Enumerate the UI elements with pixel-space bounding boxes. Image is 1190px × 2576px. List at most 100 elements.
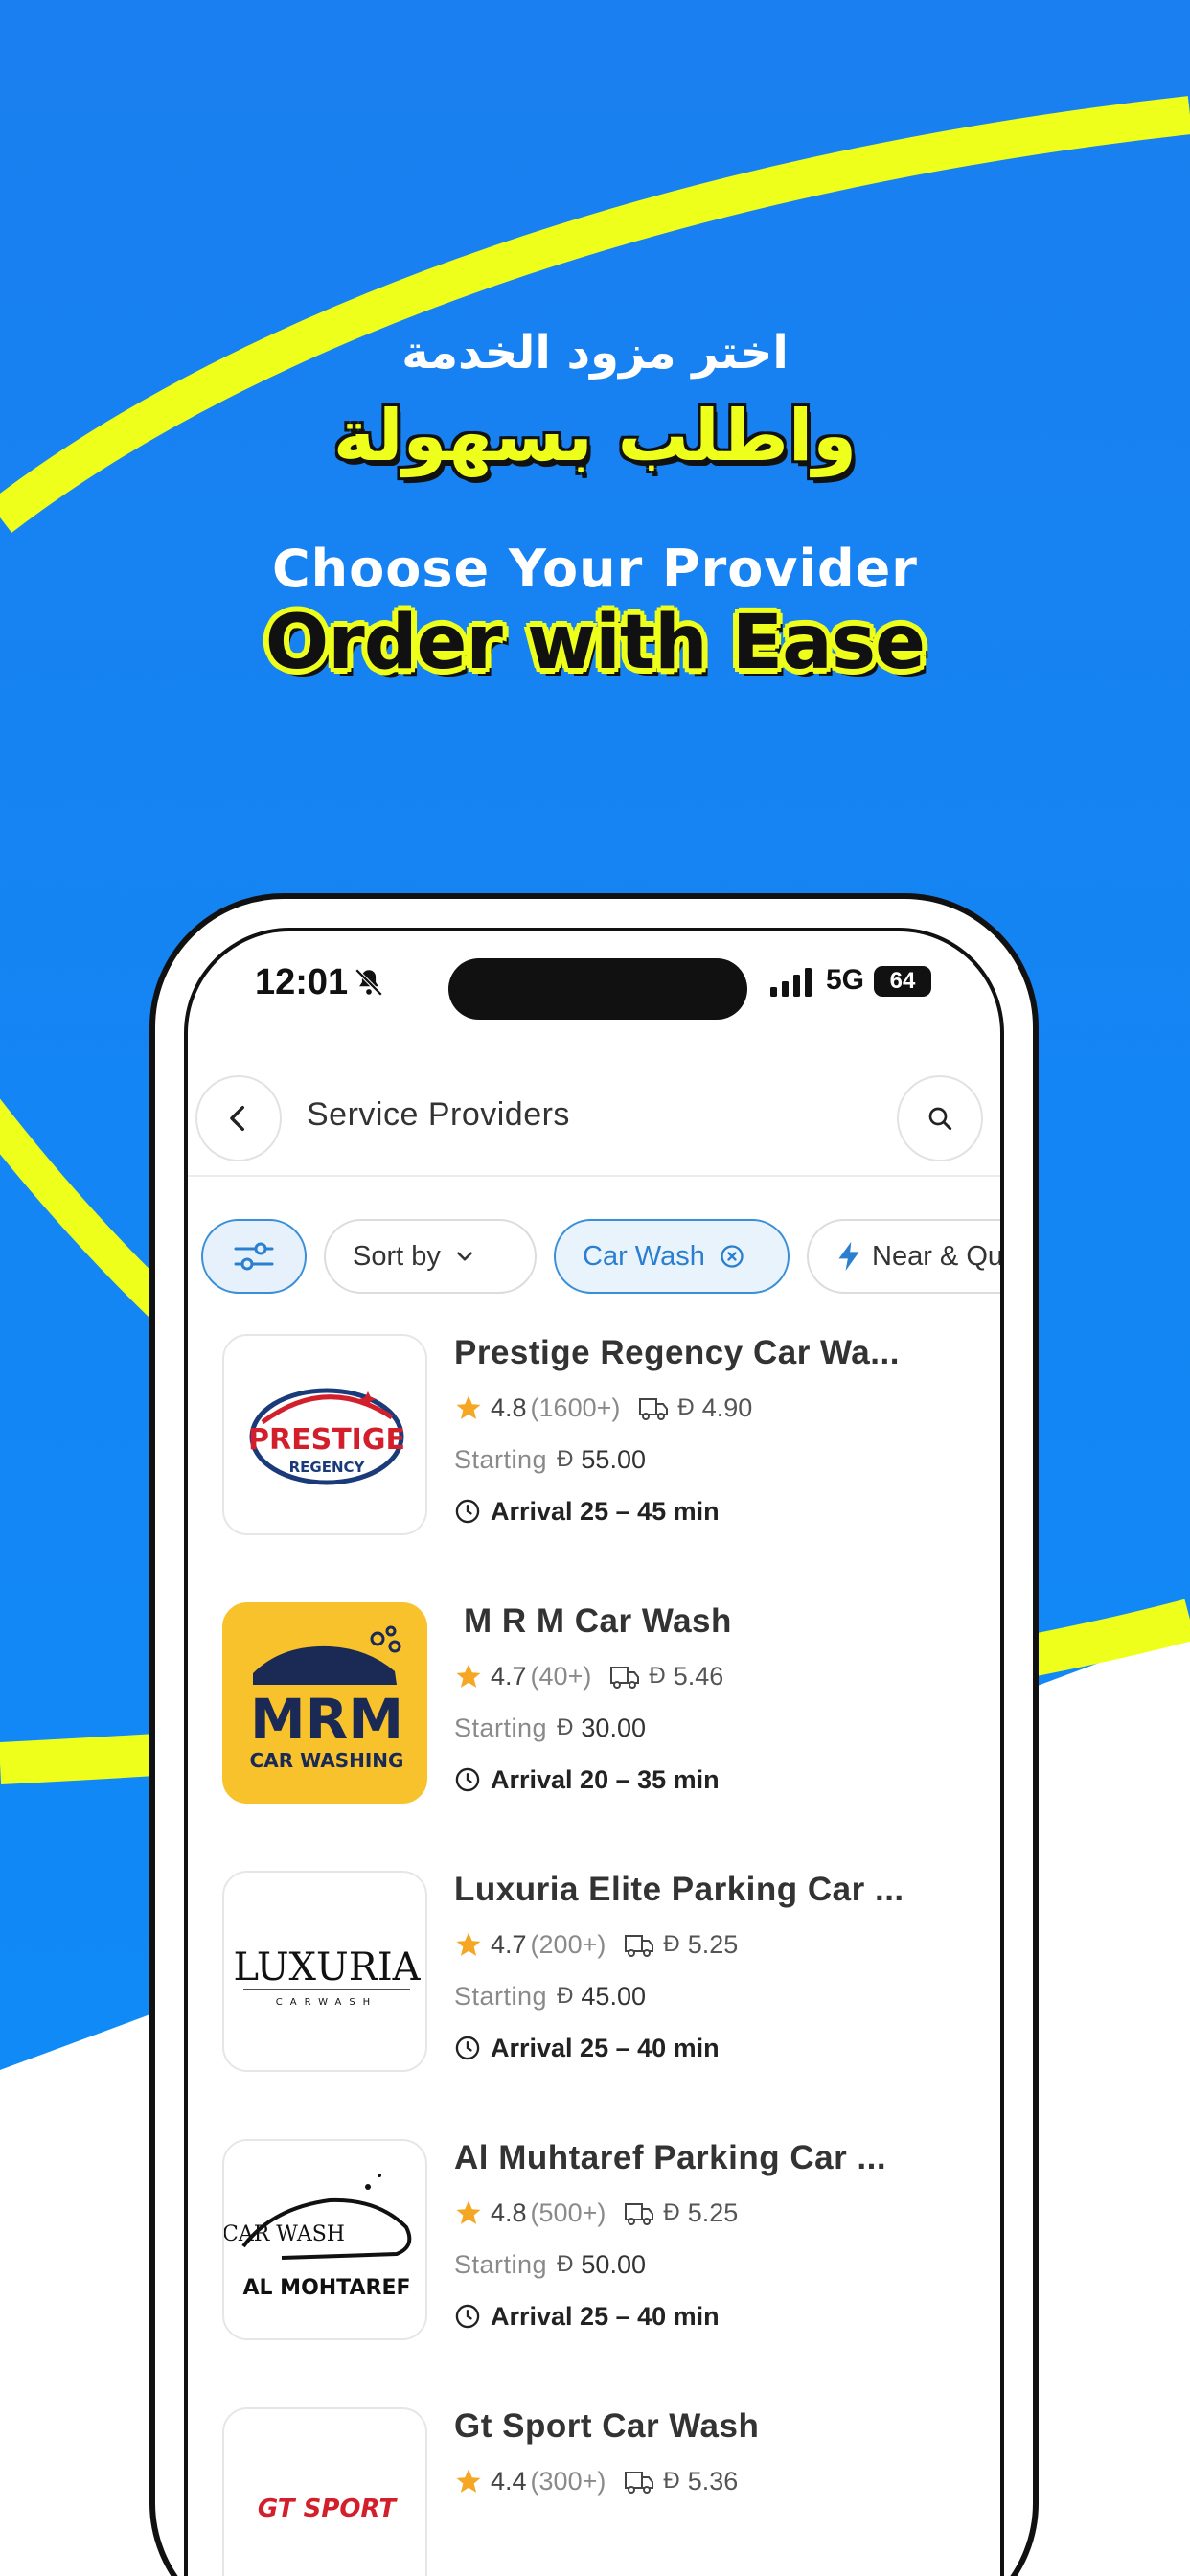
provider-logo: MRM CAR WASHING	[222, 1602, 427, 1804]
provider-card[interactable]: LUXURIA CARWASH Luxuria Elite Parking Ca…	[188, 1871, 1000, 2091]
near-quick-label: Near & Qu	[872, 1240, 1003, 1272]
provider-logo: GT SPORT	[222, 2407, 427, 2576]
filter-button[interactable]	[201, 1219, 307, 1294]
back-button[interactable]	[195, 1075, 282, 1162]
provider-name: Luxuria Elite Parking Car ...	[454, 1871, 904, 1908]
delivery-fee: 5.25	[687, 1929, 739, 1959]
near-quick-chip[interactable]: Near & Qu	[807, 1219, 1003, 1294]
review-count: (200+)	[530, 1929, 606, 1959]
car-wash-chip[interactable]: Car Wash	[554, 1219, 790, 1294]
starting-label: Starting	[454, 1713, 548, 1742]
search-button[interactable]	[897, 1075, 983, 1162]
svg-text:CAR WASHING: CAR WASHING	[250, 1749, 404, 1772]
review-count: (40+)	[530, 1661, 592, 1690]
hero-arabic-title: واطلب بسهولة	[332, 395, 858, 477]
arrival-time: Arrival 25 – 45 min	[491, 1496, 720, 1526]
hero-english-title: Order with Ease	[264, 600, 926, 686]
currency-symbol: Đ	[663, 2468, 680, 2494]
logo-text: PRESTIGE	[248, 1423, 405, 1457]
starting-label: Starting	[454, 1981, 548, 2011]
svg-text:REGENCY: REGENCY	[289, 1459, 366, 1476]
clock-icon	[455, 2304, 480, 2329]
starting-label: Starting	[454, 1444, 548, 1474]
provider-name: Gt Sport Car Wash	[454, 2407, 760, 2445]
clock-icon	[455, 2036, 480, 2060]
currency-symbol: Đ	[649, 1663, 666, 1689]
logo-text: GT SPORT	[258, 2495, 398, 2523]
currency-symbol: Đ	[557, 1446, 574, 1472]
silent-bell-icon	[355, 968, 383, 997]
battery-icon: 64	[874, 966, 931, 997]
logo-text: CAR WASH	[224, 2222, 345, 2246]
provider-card[interactable]: PRESTIGE REGENCY Prestige Regency Car Wa…	[188, 1334, 1000, 1554]
search-icon	[928, 1107, 952, 1131]
review-count: (300+)	[530, 2466, 606, 2496]
provider-rating: 4.8	[491, 1392, 527, 1422]
logo-text: LUXURIA	[233, 1945, 421, 1990]
delivery-truck-icon	[625, 2203, 654, 2225]
provider-name: Al Muhtaref Parking Car ...	[454, 2139, 887, 2176]
dynamic-island	[448, 958, 747, 1020]
status-time: 12:01	[255, 962, 349, 1002]
delivery-fee: 5.46	[673, 1661, 724, 1690]
delivery-truck-icon	[625, 2472, 654, 2494]
status-bar: 12:01 5G 64	[188, 932, 1000, 1046]
page-title: Service Providers	[307, 1096, 570, 1133]
car-wash-label: Car Wash	[583, 1240, 705, 1272]
provider-logo: CAR WASH AL MOHTAREF	[222, 2139, 427, 2340]
sort-by-chip[interactable]: Sort by	[324, 1219, 537, 1294]
provider-rating: 4.4	[491, 2466, 527, 2496]
currency-symbol: Đ	[557, 1714, 574, 1740]
clock-icon	[455, 1767, 480, 1792]
delivery-fee: 4.90	[701, 1392, 753, 1422]
provider-name: Prestige Regency Car Wa...	[454, 1334, 900, 1371]
currency-symbol: Đ	[663, 1931, 680, 1957]
provider-logo: LUXURIA CARWASH	[222, 1871, 427, 2072]
svg-text:AL MOHTAREF: AL MOHTAREF	[242, 2276, 410, 2300]
provider-name: M R M Car Wash	[464, 1602, 732, 1640]
star-icon	[456, 1395, 481, 1419]
star-icon	[456, 2200, 481, 2224]
phone-mockup: 12:01 5G 64 Service Providers Sort by Ca…	[149, 893, 1039, 2576]
delivery-fee: 5.36	[687, 2466, 739, 2496]
svg-text:CARWASH: CARWASH	[276, 1997, 378, 2008]
arrival-time: Arrival 25 – 40 min	[491, 2301, 720, 2331]
lightning-icon	[838, 1241, 859, 1272]
provider-rating: 4.7	[491, 1929, 527, 1959]
currency-symbol: Đ	[663, 2199, 680, 2225]
sliders-icon	[234, 1242, 274, 1271]
chevron-down-icon	[457, 1252, 472, 1261]
currency-symbol: Đ	[557, 1983, 574, 2009]
delivery-truck-icon	[610, 1667, 640, 1689]
provider-logo: PRESTIGE REGENCY	[222, 1334, 427, 1535]
currency-symbol: Đ	[557, 2251, 574, 2277]
provider-rating: 4.7	[491, 1661, 527, 1690]
clear-filter-icon[interactable]	[719, 1243, 745, 1270]
starting-price: 55.00	[581, 1444, 646, 1474]
clock-icon	[455, 1499, 480, 1524]
arrival-time: Arrival 25 – 40 min	[491, 2033, 720, 2062]
star-icon	[456, 2469, 481, 2493]
review-count: (1600+)	[530, 1392, 621, 1422]
filter-chips: Sort by Car Wash Near & Qu	[201, 1219, 1003, 1296]
starting-price: 45.00	[581, 1981, 646, 2011]
logo-text: MRM	[250, 1687, 403, 1752]
provider-card[interactable]: CAR WASH AL MOHTAREF Al Muhtaref Parking…	[188, 2139, 1000, 2359]
delivery-fee: 5.25	[687, 2197, 739, 2227]
hero-english-subtitle: Choose Your Provider	[272, 539, 918, 599]
delivery-truck-icon	[639, 1398, 669, 1420]
delivery-truck-icon	[625, 1935, 654, 1957]
review-count: (500+)	[530, 2197, 606, 2227]
signal-icon	[770, 968, 812, 997]
starting-price: 50.00	[581, 2249, 646, 2279]
provider-rating: 4.8	[491, 2197, 527, 2227]
provider-card[interactable]: GT SPORT Gt Sport Car Wash 4.4 (300+) Đ …	[188, 2407, 1000, 2576]
header-bar: Service Providers	[188, 1066, 1000, 1177]
hero-arabic-subtitle: اختر مزود الخدمة	[401, 326, 789, 380]
sort-by-label: Sort by	[353, 1240, 441, 1272]
starting-price: 30.00	[581, 1713, 646, 1742]
star-icon	[456, 1932, 481, 1956]
arrival-time: Arrival 20 – 35 min	[491, 1764, 720, 1794]
chevron-left-icon	[230, 1105, 244, 1132]
provider-card[interactable]: MRM CAR WASHING M R M Car Wash 4.7 (40+)…	[188, 1602, 1000, 1823]
